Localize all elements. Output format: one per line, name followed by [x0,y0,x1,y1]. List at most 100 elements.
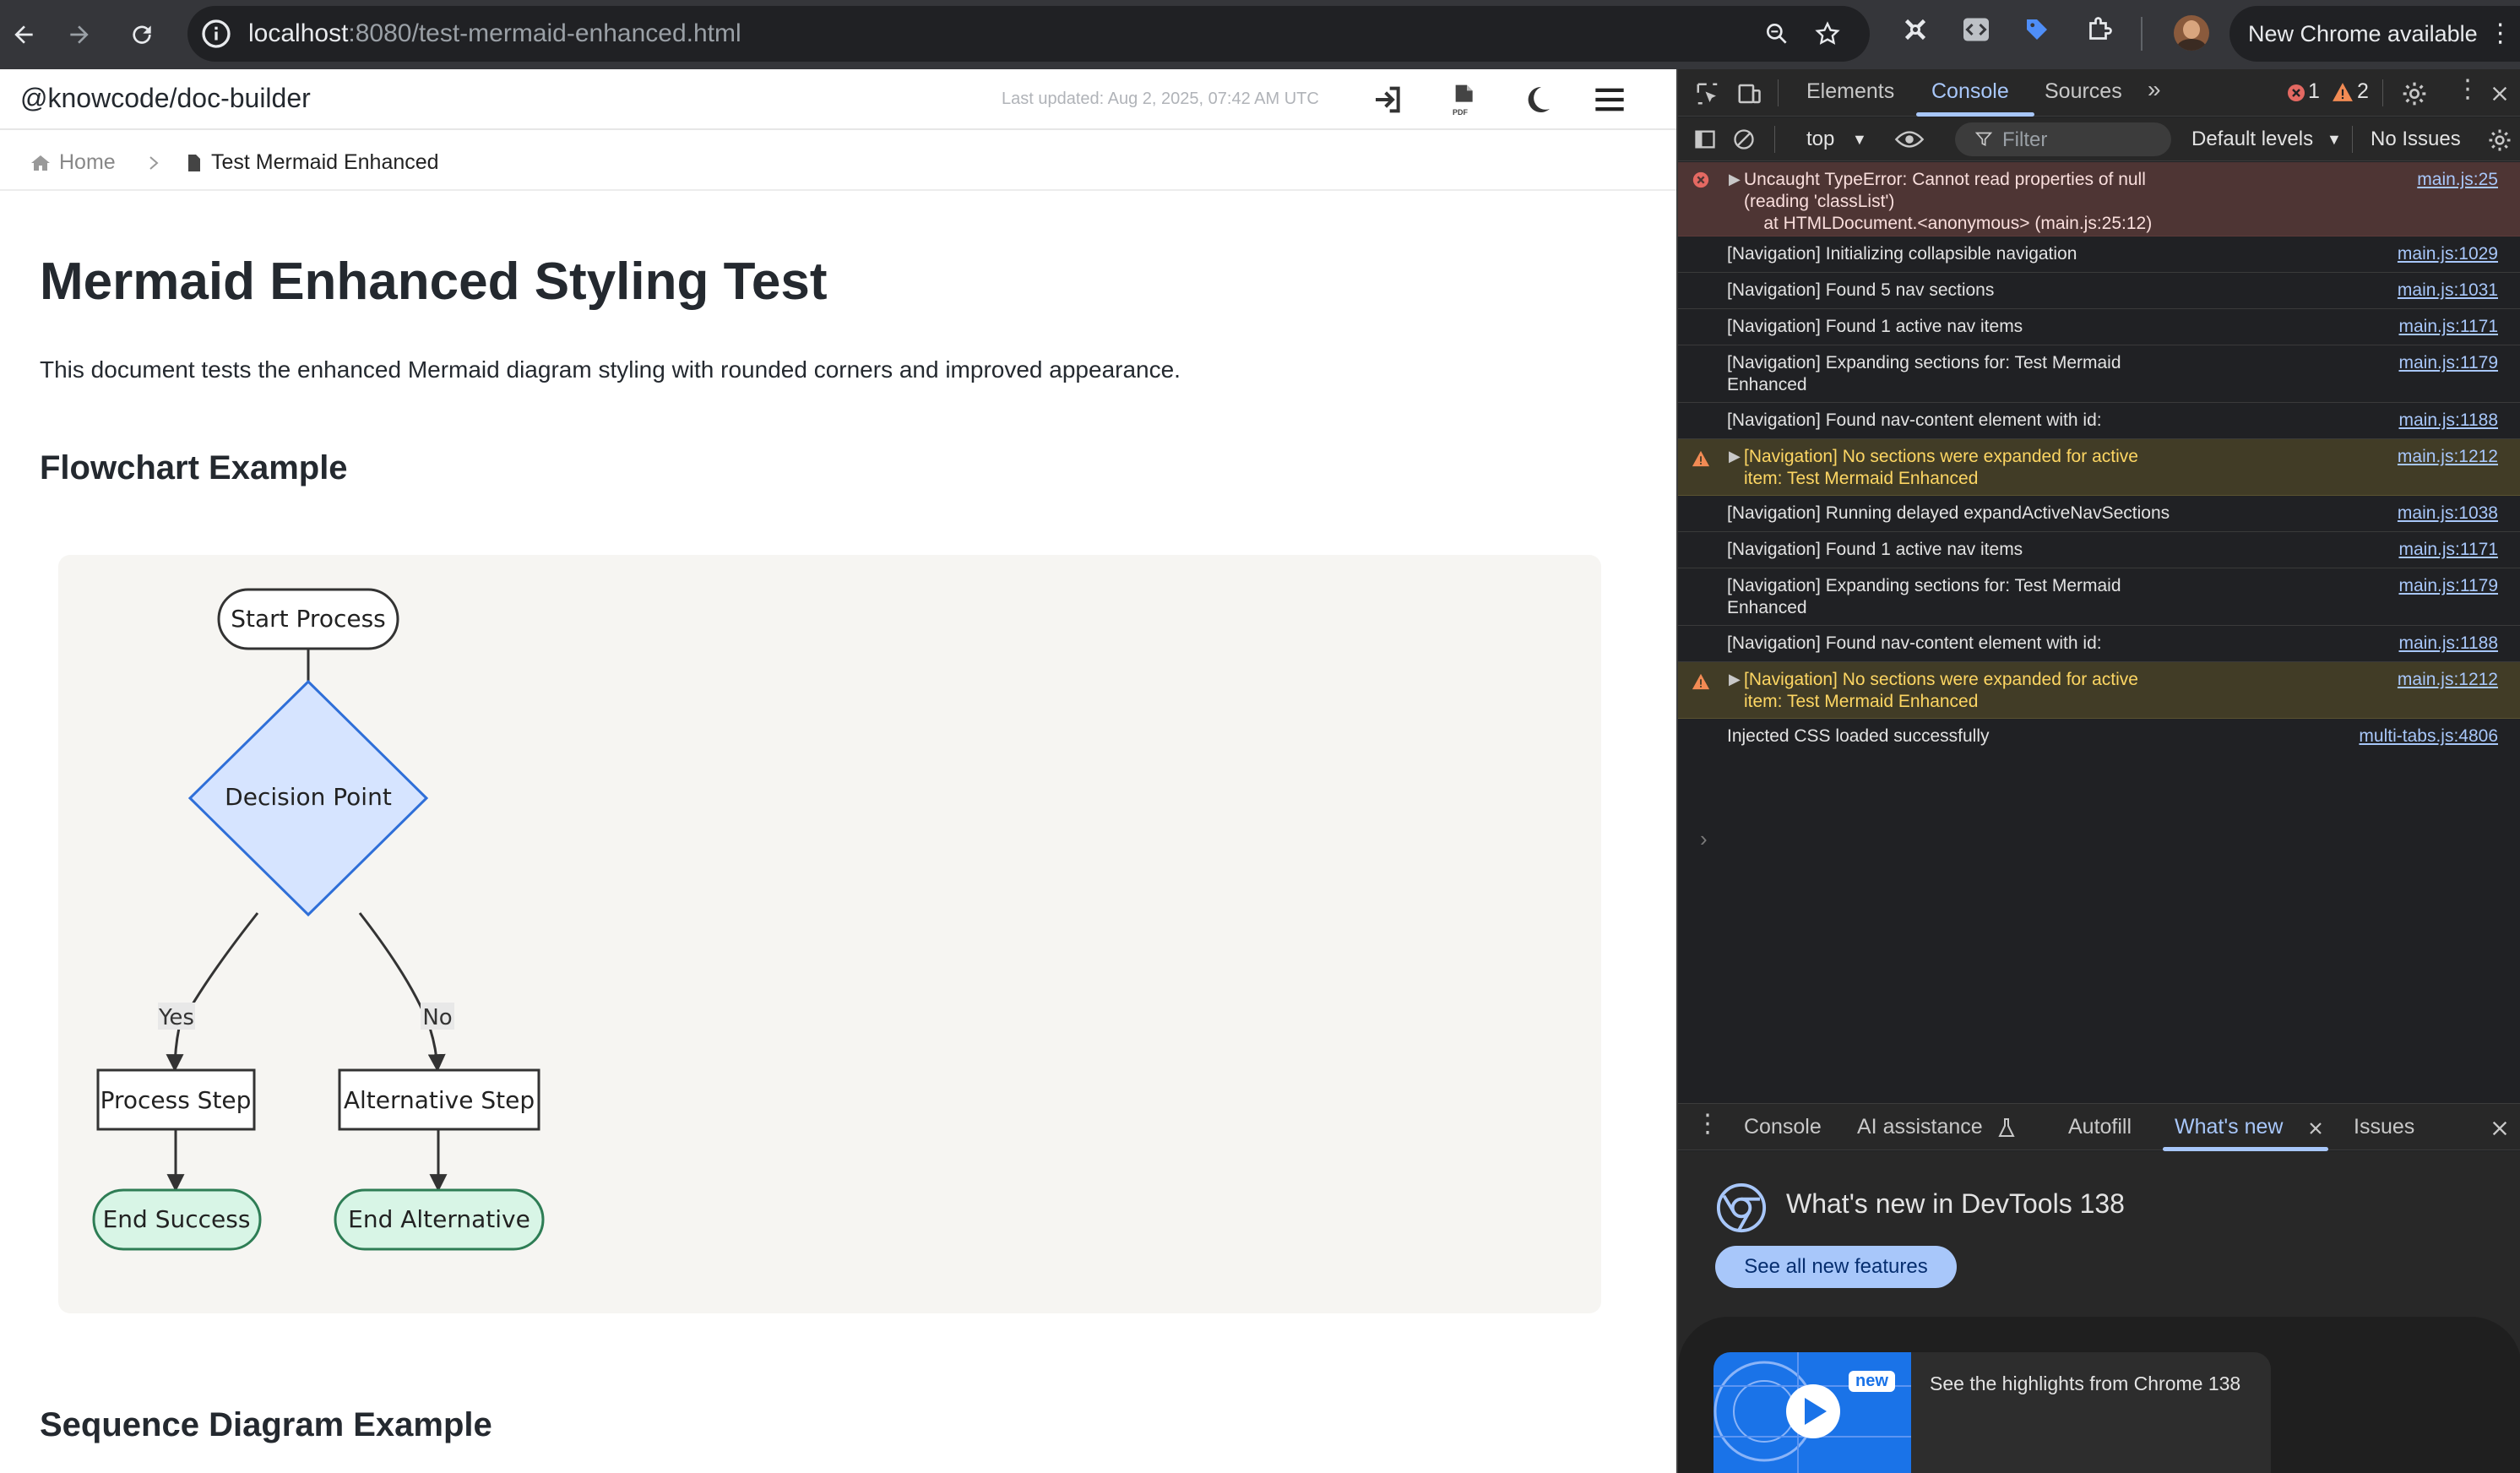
sidebar-toggle-icon[interactable] [1693,128,1717,151]
log-source-link[interactable]: main.js:1031 [2398,280,2498,302]
drawer-tab-ai-assistance[interactable]: AI assistance [1857,1115,1983,1139]
console-log-row[interactable]: Injected CSS loaded successfully multi-t… [1678,719,2520,755]
tab-console[interactable]: Console [1931,79,2009,104]
issues-counter[interactable]: No Issues [2371,128,2461,151]
drawer-tab-autofill[interactable]: Autofill [2068,1115,2132,1139]
expand-caret-icon[interactable]: ▶ [1729,671,1741,688]
expand-caret-icon[interactable]: ▶ [1729,448,1741,465]
device-toolbar-icon[interactable] [1735,81,1762,106]
error-count-icon[interactable] [2286,83,2306,103]
console-log-row[interactable]: [Navigation] Expanding sections for: Tes… [1678,345,2520,403]
toolbar-divider [2141,17,2143,51]
drawer-tab-console[interactable]: Console [1744,1115,1822,1139]
see-all-features-button[interactable]: See all new features [1715,1246,1957,1288]
site-title[interactable]: @knowcode/doc-builder [20,83,311,114]
log-source-link[interactable]: main.js:1038 [2398,503,2498,525]
context-selector[interactable]: top [1806,128,1834,151]
address-bar[interactable]: localhost:8080/test-mermaid-enhanced.htm… [187,6,1870,62]
console-log-row[interactable]: [Navigation] Found nav-content element w… [1678,403,2520,439]
video-thumbnail[interactable]: new [1713,1352,1911,1473]
whats-new-title: What's new in DevTools 138 [1786,1188,2125,1219]
breadcrumb-current: Test Mermaid Enhanced [211,150,439,174]
console-log-row[interactable]: [Navigation] Running delayed expandActiv… [1678,496,2520,532]
extension-code-icon[interactable] [1961,14,1991,45]
levels-dropdown-icon[interactable]: ▼ [2327,131,2342,149]
log-source-link[interactable]: main.js:1188 [2398,633,2498,655]
log-source-link[interactable]: main.js:1212 [2398,669,2498,691]
highlights-card[interactable]: new See the highlights from Chrome 138 [1713,1352,2271,1473]
node-decision-label: Decision Point [225,783,392,811]
log-source-link[interactable]: main.js:1029 [2398,243,2498,265]
filter-input[interactable]: Filter [1955,122,2171,156]
close-devtools-icon[interactable] [2490,84,2509,103]
log-source-link[interactable]: main.js:1188 [2398,410,2498,432]
console-log-row[interactable]: [Navigation] Found 5 nav sections main.j… [1678,273,2520,309]
dark-mode-moon-icon[interactable] [1520,83,1554,117]
log-source-link[interactable]: main.js:1171 [2398,316,2498,338]
url-text[interactable]: localhost:8080/test-mermaid-enhanced.htm… [248,19,741,48]
tab-elements[interactable]: Elements [1806,79,1894,104]
customize-menu-icon[interactable]: ⋮ [2455,74,2480,104]
console-error-row[interactable]: ▶ Uncaught TypeError: Cannot read proper… [1678,162,2520,236]
profile-avatar[interactable] [2174,15,2209,51]
flowchart-svg: Start Process Decision Point Yes No Proc… [92,588,545,1251]
clear-console-icon[interactable] [1732,128,1756,151]
browser-toolbar: localhost:8080/test-mermaid-enhanced.htm… [0,0,2520,69]
whats-new-panel: What's new in DevTools 138 See all new f… [1678,1151,2520,1473]
zoom-icon[interactable] [1763,20,1790,47]
new-chrome-available-button[interactable]: New Chrome available ⋮ [2229,6,2520,62]
expand-caret-icon[interactable]: ▶ [1729,171,1741,188]
console-log-row[interactable]: [Navigation] Found nav-content element w… [1678,626,2520,662]
context-dropdown-icon[interactable]: ▼ [1852,131,1867,149]
log-source-link[interactable]: main.js:1212 [2398,446,2498,468]
console-warning-row[interactable]: ▶ [Navigation] No sections were expanded… [1678,662,2520,719]
breadcrumb-home-link[interactable]: Home [59,150,116,175]
sign-in-icon[interactable] [1371,83,1405,117]
extension-tag-icon[interactable] [2022,14,2052,45]
tab-sources[interactable]: Sources [2045,79,2122,104]
hamburger-menu-icon[interactable] [1593,83,1627,117]
log-levels-dropdown[interactable]: Default levels [2191,128,2313,151]
extension-x-icon[interactable] [1900,14,1931,45]
console-log-row[interactable]: [Navigation] Found 1 active nav items ma… [1678,532,2520,568]
log-source-link[interactable]: main.js:25 [2417,169,2498,191]
home-icon [31,155,50,171]
log-source-link[interactable]: main.js:1171 [2398,539,2498,561]
console-prompt-chevron-icon[interactable]: › [1700,826,1708,852]
bookmark-star-icon[interactable] [1814,20,1841,47]
settings-gear-icon[interactable] [2401,80,2428,107]
extensions-puzzle-icon[interactable] [2084,14,2115,45]
no-label: No [422,1005,452,1030]
log-source-link[interactable]: main.js:1179 [2398,352,2498,374]
pdf-export-button[interactable]: PDF [1447,83,1480,117]
more-tabs-chevron-icon[interactable]: » [2148,76,2161,103]
site-info-icon[interactable] [199,17,233,51]
console-filter-bar: top ▼ Filter Default levels ▼ No Issues [1678,117,2520,161]
forward-button[interactable] [56,11,103,58]
drawer-tab-whats-new[interactable]: What's new [2175,1115,2283,1139]
reload-button[interactable] [118,11,166,58]
inspect-element-icon[interactable] [1695,81,1720,106]
flowchart-heading: Flowchart Example [40,449,348,486]
node-end-success: End Success [92,1188,262,1251]
close-tab-icon[interactable] [2308,1121,2323,1136]
console-log-row[interactable]: [Navigation] Found 1 active nav items ma… [1678,309,2520,345]
back-button[interactable] [0,11,47,58]
console-log-row[interactable]: [Navigation] Expanding sections for: Tes… [1678,568,2520,626]
node-start: Start Process [217,588,399,650]
console-log-row[interactable]: [Navigation] Initializing collapsible na… [1678,236,2520,273]
warning-count-icon[interactable] [2332,82,2354,102]
log-message: Uncaught TypeError: Cannot read properti… [1744,170,2153,233]
warning-icon [1692,673,1710,690]
close-drawer-icon[interactable] [2490,1119,2509,1138]
log-source-link[interactable]: main.js:1179 [2398,575,2498,597]
document-icon [188,155,200,171]
live-expression-eye-icon[interactable] [1894,129,1925,149]
log-source-link[interactable]: multi-tabs.js:4806 [2359,726,2498,747]
devtools-panel: Elements Console Sources » 1 2 ⋮ top ▼ F… [1676,69,2520,1473]
drawer-menu-icon[interactable]: ⋮ [1695,1109,1720,1139]
edge-label-no: No [421,1003,454,1030]
drawer-tab-issues[interactable]: Issues [2354,1115,2414,1139]
console-warning-row[interactable]: ▶ [Navigation] No sections were expanded… [1678,439,2520,496]
console-settings-gear-icon[interactable] [2487,128,2512,153]
